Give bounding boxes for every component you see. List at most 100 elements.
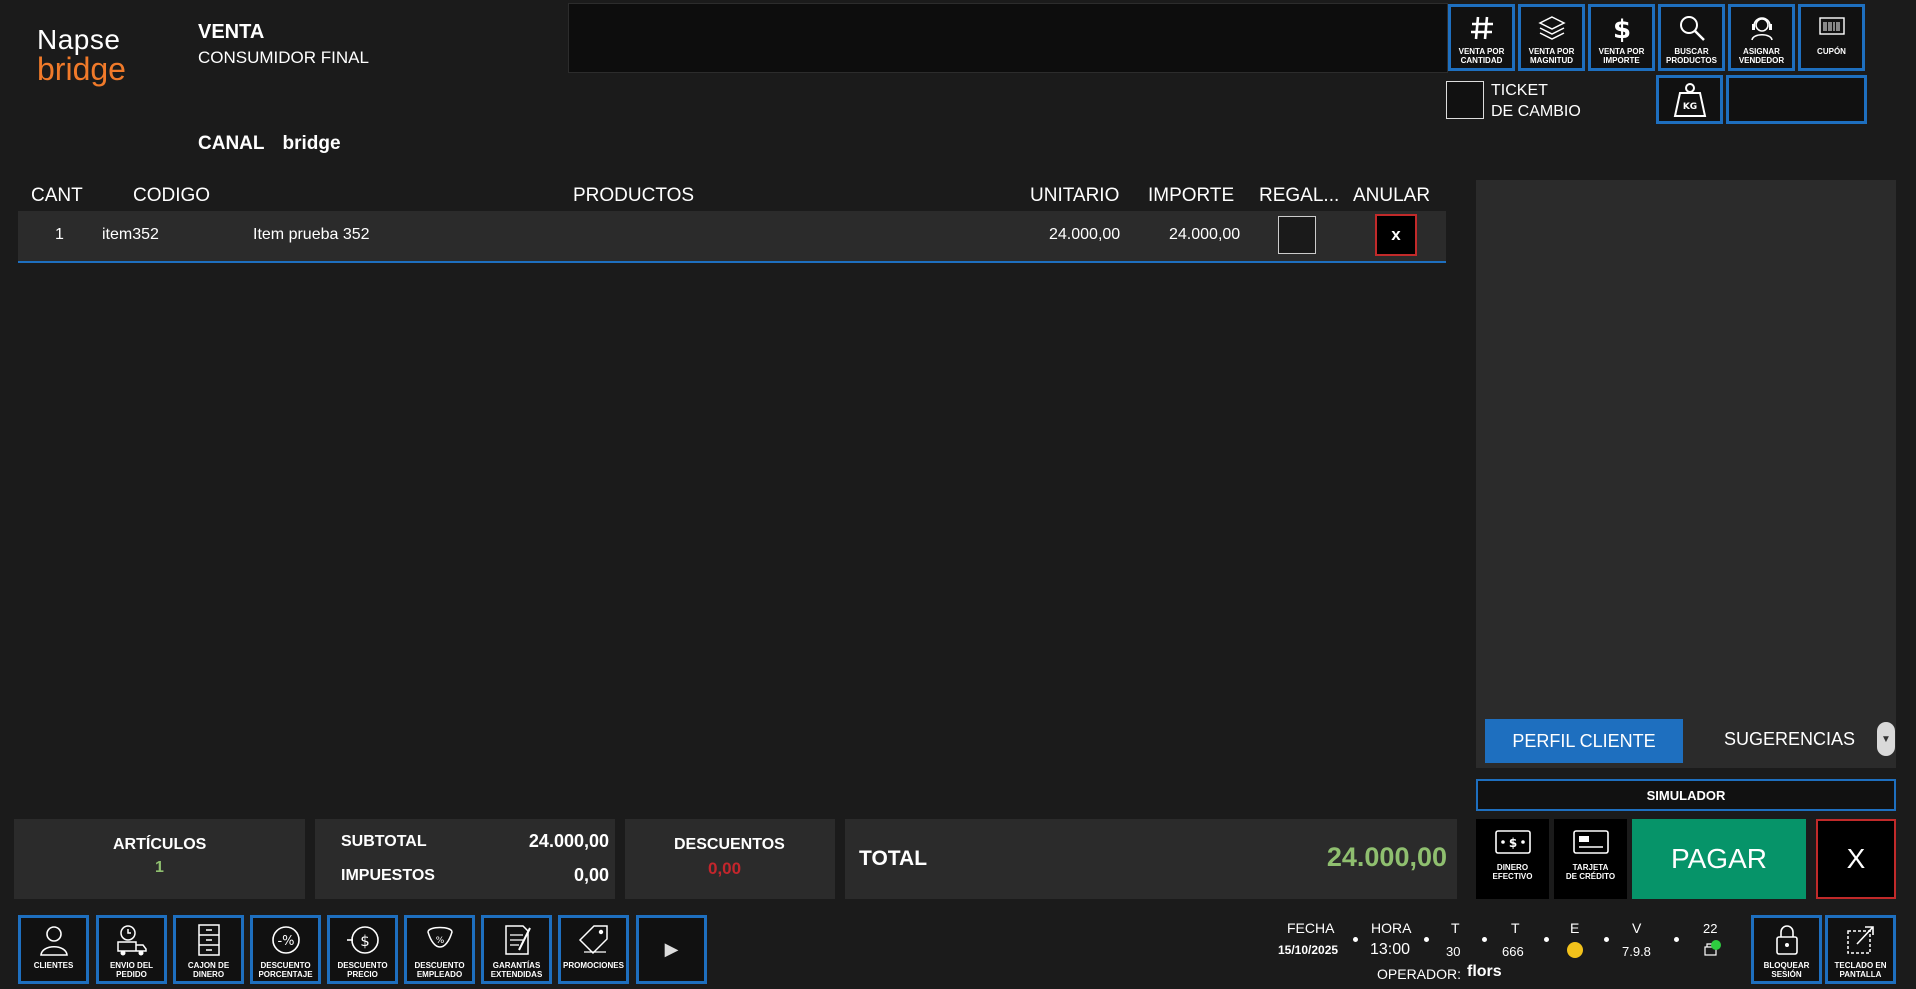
venta-por-importe-button[interactable]: $ VENTA POR IMPORTE [1588,4,1655,71]
descuentos-label: DESCUENTOS [674,836,785,853]
operador-value: flors [1467,963,1502,980]
label-line-2: EXTENDIDAS [490,970,543,979]
empty-toolbar-button[interactable] [1726,75,1867,124]
price-discount-icon: $ [346,926,379,954]
promociones-button[interactable]: PROMOCIONES [558,915,629,984]
status-separator [1482,937,1487,942]
dollar-icon: $ [1612,15,1630,43]
cupon-button[interactable]: CUPÓN [1798,4,1865,71]
simulador-button[interactable]: SIMULADOR [1476,779,1896,811]
t2-label: T [1511,920,1520,936]
column-header-anular: ANULAR [1353,185,1431,206]
articulos-box: ARTÍCULOS 1 [14,819,305,899]
user-icon [39,926,68,956]
column-header-importe: IMPORTE [1148,185,1235,206]
impuestos-value: 0,00 [573,865,609,885]
descuento-porcentaje-button[interactable]: -% DESCUENTO PORCENTAJE [250,915,321,984]
tag-icon [578,925,608,955]
descuento-precio-button[interactable]: $ DESCUENTO PRECIO [327,915,398,984]
row-codigo: item352 [102,226,159,243]
label-line-1: BLOQUEAR [1763,961,1810,970]
ticket-de-cambio-checkbox[interactable] [1446,81,1484,119]
label-line-1: ENVIO DEL [109,961,154,970]
tab-sugerencias[interactable]: SUGERENCIAS [1724,729,1855,750]
cancel-sale-button[interactable]: X [1816,819,1896,899]
bottom-button-label: ENVIO DEL PEDIDO [110,961,153,979]
cash-icon: $ [1494,830,1531,854]
layers-icon [1537,16,1566,40]
toolbar-button-label: VENTA POR IMPORTE [1598,47,1645,65]
t2-value: 666 [1502,944,1524,959]
svg-text:%: % [435,936,444,946]
subtotal-label: SUBTOTAL [341,833,427,850]
dinero-efectivo-button[interactable]: $ DINERO EFECTIVO [1476,819,1549,899]
buscar-productos-button[interactable]: BUSCAR PRODUCTOS [1658,4,1725,71]
cajon-de-dinero-button[interactable]: CAJON DE DINERO [173,915,244,984]
label-line-1: DESCUENTO [337,961,388,970]
asignar-vendedor-button[interactable]: ASIGNAR VENDEDOR [1728,4,1795,71]
bottom-button-label: BLOQUEAR SESIÓN [1764,961,1810,979]
headset-icon [1750,17,1773,41]
kg-label: KG [1682,102,1696,112]
ticket-de-cambio-label: TICKET DE CAMBIO [1491,80,1581,122]
label-line-1: DESCUENTO [414,961,465,970]
row-producto: Item prueba 352 [253,226,370,243]
clientes-button[interactable]: CLIENTES [18,915,89,984]
label-line-1: CLIENTES [33,961,74,970]
channel-value: bridge [282,133,341,154]
status-ok-badge [1711,940,1721,950]
venta-por-magnitud-button[interactable]: VENTA POR MAGNITUD [1518,4,1585,71]
tarjeta-de-credito-button[interactable]: TARJETA DE CRÉDITO [1554,819,1627,899]
percent-icon: -% [271,926,300,954]
descuento-empleado-button[interactable]: % DESCUENTO EMPLEADO [404,915,475,984]
toolbar-button-label: VENTA POR CANTIDAD [1458,47,1505,65]
hora-label: HORA [1371,920,1412,936]
lock-icon [1775,925,1798,955]
cash-label-line-2: EFECTIVO [1492,872,1533,881]
status-separator [1544,937,1549,942]
teclado-en-pantalla-button[interactable]: TECLADO EN PANTALLA [1825,915,1896,984]
channel-info: CANAL bridge [198,133,341,155]
envio-del-pedido-button[interactable]: ENVIO DEL PEDIDO [96,915,167,984]
sale-title: VENTA [198,21,265,43]
label-line-1: DESCUENTO [260,961,311,970]
garantias-extendidas-button[interactable]: GARANTÍAS EXTENDIDAS [481,915,552,984]
weight-icon: KG [1673,82,1706,117]
cash-label: DINERO EFECTIVO [1492,863,1532,881]
svg-text:$: $ [1508,836,1516,850]
venta-por-cantidad-button[interactable]: VENTA POR CANTIDAD [1448,4,1515,71]
tabs-scroll-down-button[interactable]: ▼ [1877,722,1895,756]
articulos-label: ARTÍCULOS [113,836,207,853]
bloquear-sesion-button[interactable]: BLOQUEAR SESIÓN [1751,915,1822,984]
anular-item-button[interactable]: x [1375,214,1417,256]
impuestos-label: IMPUESTOS [341,867,435,884]
label-line-2: SESIÓN [1771,970,1802,979]
column-header-codigo: CODIGO [133,185,211,206]
svg-text:-%: -% [277,934,294,949]
regalo-checkbox[interactable] [1278,216,1316,254]
ticket-label-line-2: DE CAMBIO [1491,103,1581,120]
toolbar-button-label: ASIGNAR VENDEDOR [1738,47,1785,65]
card-label-line-1: TARJETA [1572,863,1609,872]
articulos-value: 1 [155,859,164,876]
bottom-button-label: PROMOCIONES [563,961,624,970]
pagar-button[interactable]: PAGAR [1632,819,1806,899]
customer-name: CONSUMIDOR FINAL [198,48,369,67]
toolbar-button-label: CUPÓN [1817,47,1846,56]
weight-kg-button[interactable]: KG [1656,75,1723,124]
row-importe: 24.000,00 [1169,226,1241,243]
label-line-2: PANTALLA [1839,970,1882,979]
cash-label-line-1: DINERO [1496,863,1529,872]
version-value: 7.9.8 [1622,944,1651,959]
label-line-1: TECLADO EN [1834,961,1887,970]
keyboard-icon [1846,926,1874,954]
tab-perfil-cliente[interactable]: PERFIL CLIENTE [1485,719,1683,763]
subtotal-value: 24.000,00 [528,831,609,851]
card-label: TARJETA DE CRÉDITO [1566,863,1615,881]
more-options-button[interactable]: ▶ [636,915,707,984]
total-value: 24.000,00 [1326,842,1447,872]
label-line-1: CAJON DE [187,961,230,970]
product-search-input[interactable] [568,3,1448,73]
truck-icon [116,925,147,956]
bottom-button-label: DESCUENTO PORCENTAJE [258,961,312,979]
